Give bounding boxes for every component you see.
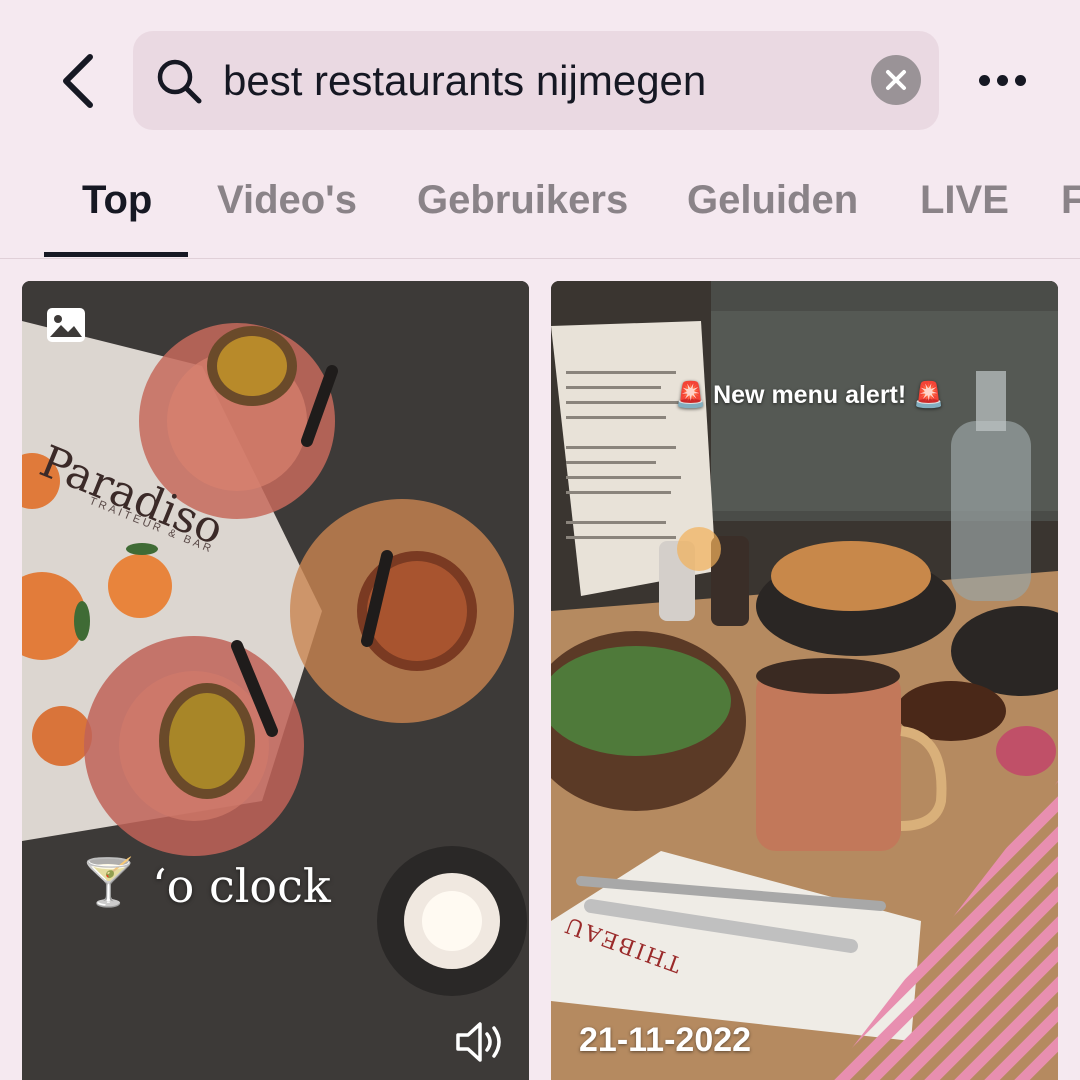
image-post-icon (46, 307, 86, 343)
tab-live[interactable]: LIVE (920, 178, 1009, 223)
siren-emoji: 🚨 (913, 381, 945, 409)
tab-sounds[interactable]: Geluiden (687, 178, 858, 223)
overlay-caption-text: New menu alert! (713, 381, 907, 409)
sound-icon[interactable] (452, 1019, 508, 1065)
tab-top[interactable]: Top (82, 178, 152, 223)
search-query[interactable]: best restaurants nijmegen (223, 31, 706, 130)
tab-more[interactable]: F (1061, 178, 1080, 223)
clear-search-button[interactable] (871, 55, 921, 105)
tab-users[interactable]: Gebruikers (417, 178, 628, 223)
caption-emoji: 🍸 (80, 856, 138, 908)
search-icon (157, 59, 202, 104)
search-tabs: Top Video's Gebruikers Geluiden LIVE F (0, 160, 1080, 259)
result-card[interactable]: THIBEAU 🚨 New menu alert! 🚨 21-11-2022 (551, 281, 1058, 1080)
more-options-button[interactable] (966, 58, 1038, 102)
cocktails-photo (22, 281, 529, 1080)
post-date: 21-11-2022 (579, 1021, 752, 1059)
more-icon-dot (996, 74, 1008, 86)
siren-emoji: 🚨 (675, 381, 707, 409)
back-button[interactable] (50, 50, 106, 112)
more-icon (978, 74, 990, 86)
overlay-caption: 🚨 New menu alert! 🚨 (675, 381, 944, 410)
close-icon (886, 70, 906, 90)
chevron-left-icon (63, 54, 93, 108)
post-caption: ‘o clock (152, 859, 331, 913)
search-results-page: best restaurants nijmegen Top Video's Ge… (0, 0, 1080, 1080)
result-card[interactable]: Paradiso TRAITEUR & BAR 🍸 ‘o clock (22, 281, 529, 1080)
search-input[interactable]: best restaurants nijmegen (133, 31, 939, 130)
more-icon-dot (1014, 74, 1026, 86)
active-tab-indicator (44, 252, 188, 257)
tab-videos[interactable]: Video's (217, 178, 357, 223)
